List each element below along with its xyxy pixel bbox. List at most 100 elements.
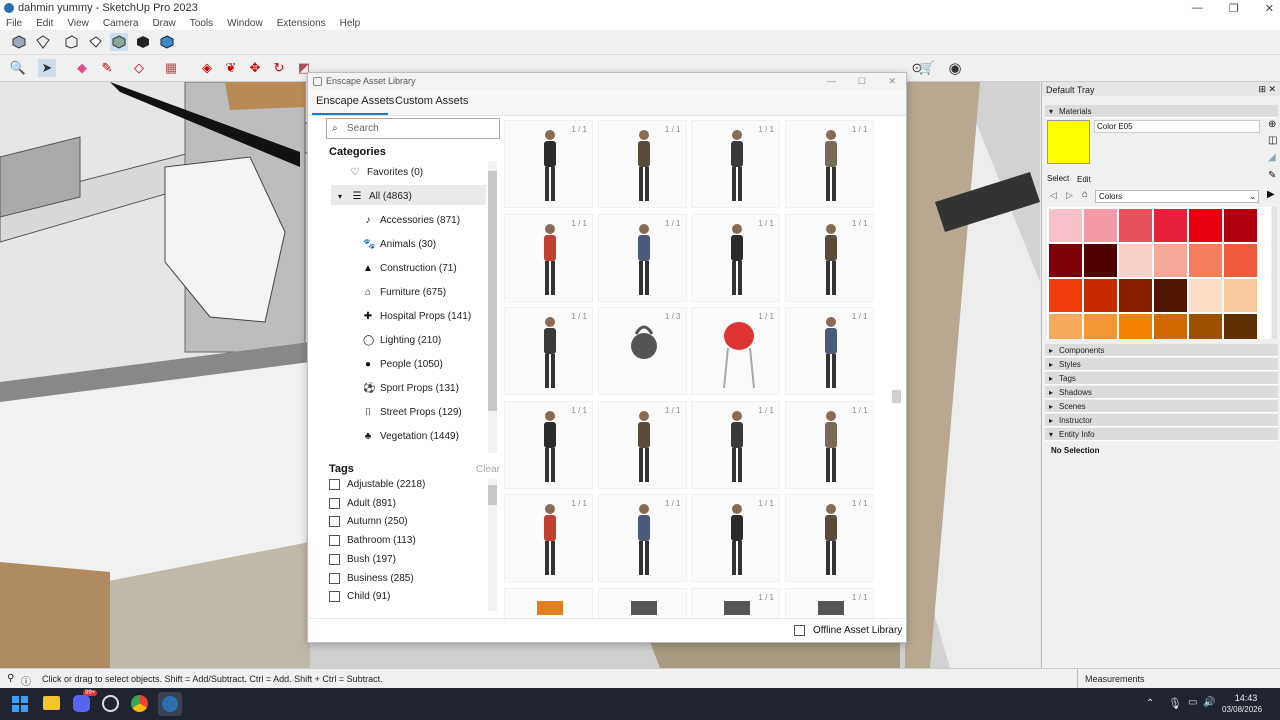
dialog-maximize-button[interactable]: ☐ — [858, 73, 866, 90]
styles-header[interactable]: Styles — [1045, 358, 1278, 371]
pin-icon[interactable]: ⊞ — [1258, 84, 1266, 95]
offline-library-toggle[interactable]: Offline Asset Library — [794, 625, 902, 636]
menu-draw[interactable]: Draw — [152, 18, 175, 29]
asset-tile[interactable] — [597, 587, 687, 620]
follow-me-icon[interactable]: ❦ — [222, 59, 240, 77]
category-item[interactable]: ⚽ Sport Props (131) — [363, 380, 459, 396]
front-view-icon[interactable] — [62, 33, 80, 51]
select-tab[interactable]: Select — [1047, 174, 1069, 183]
color-swatch[interactable] — [1119, 209, 1152, 242]
asset-tile[interactable] — [504, 587, 593, 620]
shadows-header[interactable]: Shadows — [1045, 386, 1278, 399]
menu-edit[interactable]: Edit — [36, 18, 53, 29]
color-swatch[interactable] — [1119, 314, 1152, 339]
tag-checkbox[interactable] — [329, 479, 340, 490]
sketchup-taskbar-button[interactable] — [158, 692, 182, 716]
category-item[interactable]: ♪ Accessories (871) — [363, 212, 461, 228]
menu-extensions[interactable]: Extensions — [277, 18, 326, 29]
tags-scrollbar[interactable] — [488, 479, 497, 611]
info-icon[interactable]: ⓘ — [21, 673, 31, 688]
collapse-arrow-icon[interactable]: ▾ — [335, 192, 345, 201]
asset-tile[interactable]: 1 / 1 — [691, 213, 780, 302]
cart-icon[interactable]: 🛒 — [918, 59, 936, 77]
windows-start-icon[interactable] — [12, 696, 28, 712]
back-icon[interactable]: ◁ — [1050, 190, 1057, 201]
materials-header[interactable]: Materials — [1045, 105, 1278, 118]
eyedropper-icon[interactable]: ✎ — [1268, 170, 1276, 181]
menu-view[interactable]: View — [67, 18, 89, 29]
asset-tile[interactable]: 1 / 1 — [691, 120, 780, 208]
tag-item[interactable]: Business (285) — [329, 572, 414, 584]
color-swatch[interactable] — [1189, 209, 1222, 242]
back-view-icon[interactable] — [110, 33, 128, 51]
rotate-icon[interactable]: ↻ — [270, 59, 288, 77]
scenes-header[interactable]: Scenes — [1045, 400, 1278, 413]
tag-checkbox[interactable] — [329, 516, 340, 528]
category-item[interactable]: ⌷ Street Props (129) — [363, 404, 462, 420]
category-item[interactable]: 🐾 Animals (30) — [363, 236, 436, 252]
asset-tile[interactable]: 1 / 1 — [597, 400, 687, 489]
color-swatch[interactable] — [1049, 314, 1082, 339]
asset-tile[interactable]: 1 / 3 — [597, 307, 687, 395]
tag-item[interactable]: Adult (891) — [329, 497, 396, 509]
left-view-icon[interactable] — [134, 33, 152, 51]
tag-item[interactable]: Bathroom (113) — [329, 535, 416, 547]
asset-tile[interactable]: 1 / 1 — [784, 120, 874, 208]
color-swatch[interactable] — [1084, 279, 1117, 312]
details-icon[interactable]: ▶ — [1267, 189, 1275, 200]
tag-checkbox[interactable] — [329, 572, 340, 584]
instructor-header[interactable]: Instructor — [1045, 414, 1278, 427]
color-swatch[interactable] — [1119, 244, 1152, 277]
asset-tile[interactable]: 1 / 1 — [691, 400, 780, 489]
color-swatch[interactable] — [1049, 244, 1082, 277]
category-item[interactable]: ⌂ Furniture (675) — [363, 284, 446, 300]
color-swatch[interactable] — [1189, 314, 1222, 339]
home-icon[interactable]: ⌂ — [1082, 189, 1088, 200]
pushpull-icon[interactable]: ◈ — [198, 59, 216, 77]
asset-tile[interactable]: 1 / 1 — [597, 494, 687, 582]
app-circle-icon[interactable] — [102, 695, 119, 712]
color-swatch[interactable] — [1084, 209, 1117, 242]
category-all[interactable]: ▾ ☰ All (4863) — [335, 188, 412, 204]
asset-tile[interactable]: 1 / 1 — [691, 307, 780, 395]
paint-icon[interactable]: ◢ — [1268, 152, 1276, 163]
forward-icon[interactable]: ▷ — [1066, 190, 1073, 201]
move-icon[interactable]: ✥ — [246, 59, 264, 77]
color-swatch[interactable] — [1154, 244, 1187, 277]
library-select[interactable]: Colors ⌄ — [1095, 190, 1259, 203]
components-header[interactable]: Components — [1045, 344, 1278, 357]
microphone-icon[interactable]: 🎙 — [1168, 697, 1182, 710]
asset-tile[interactable]: 1 / 1 — [504, 494, 593, 582]
tag-checkbox[interactable] — [329, 591, 340, 603]
minimize-button[interactable]: — — [1192, 2, 1203, 14]
volume-icon[interactable]: 🔊 — [1203, 697, 1215, 708]
tag-item[interactable]: Bush (197) — [329, 553, 396, 565]
asset-tile[interactable]: 1 / 1 — [784, 213, 874, 302]
close-button[interactable]: ✕ — [1265, 2, 1274, 15]
discord-icon[interactable] — [73, 695, 90, 712]
color-swatch[interactable] — [1189, 279, 1222, 312]
tag-item[interactable]: Adjustable (2218) — [329, 479, 425, 490]
category-item[interactable]: ▲ Construction (71) — [363, 260, 457, 276]
clock-date[interactable]: 03/08/2026 — [1222, 705, 1262, 714]
chrome-icon[interactable] — [131, 695, 148, 712]
color-swatch[interactable] — [1119, 279, 1152, 312]
color-swatch[interactable] — [1049, 279, 1082, 312]
tag-checkbox[interactable] — [329, 535, 340, 547]
menu-help[interactable]: Help — [340, 18, 361, 29]
color-swatch[interactable] — [1224, 314, 1257, 339]
shape-icon[interactable]: ◇ — [130, 59, 148, 77]
default-material-icon[interactable]: ◫ — [1268, 135, 1277, 146]
asset-tile[interactable]: 1 / 1 — [784, 587, 874, 620]
menu-file[interactable]: File — [6, 18, 22, 29]
create-material-icon[interactable]: ⊕ — [1268, 119, 1276, 130]
right-view-icon[interactable] — [86, 33, 104, 51]
tag-item[interactable]: Child (91) — [329, 591, 390, 603]
color-swatch[interactable] — [1154, 279, 1187, 312]
menu-window[interactable]: Window — [227, 18, 263, 29]
category-favorites[interactable]: ♡ Favorites (0) — [350, 164, 424, 180]
restore-button[interactable]: ❐ — [1229, 2, 1239, 15]
offline-checkbox[interactable] — [794, 625, 805, 636]
asset-tile[interactable]: 1 / 1 — [784, 400, 874, 489]
asset-tile[interactable]: 1 / 1 — [784, 307, 874, 395]
